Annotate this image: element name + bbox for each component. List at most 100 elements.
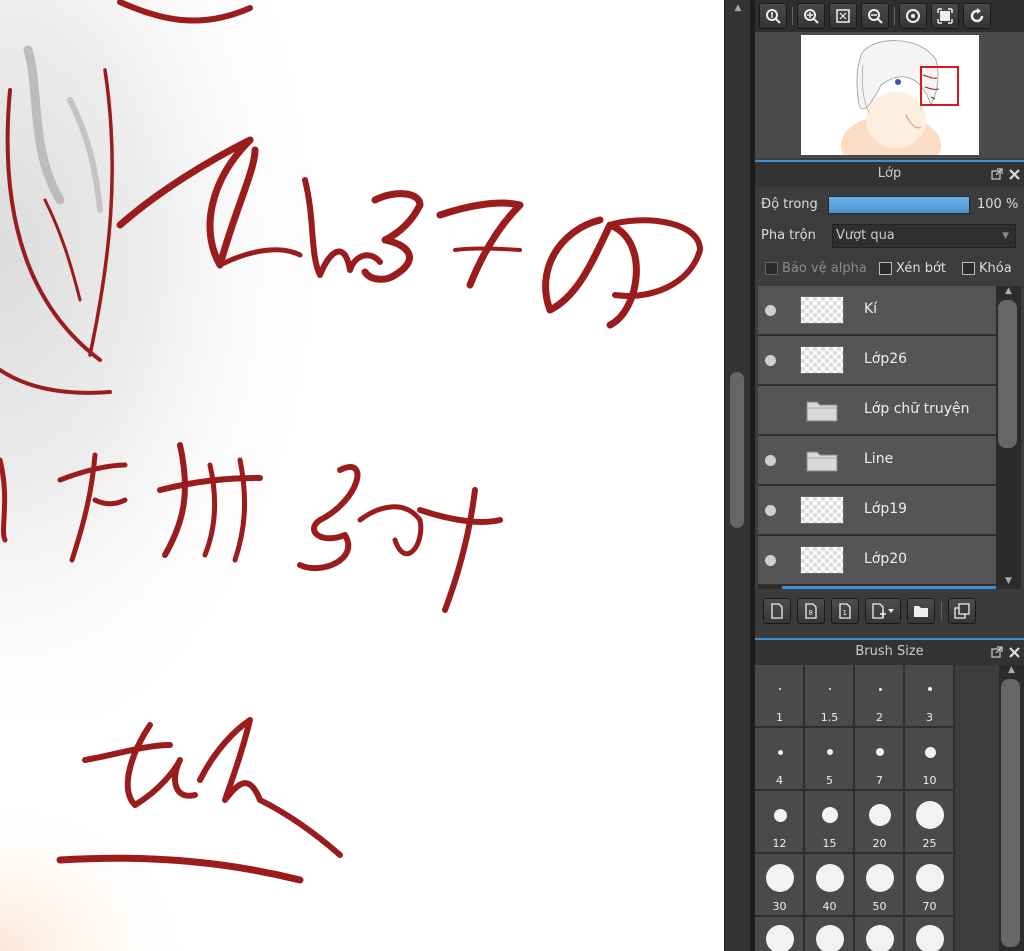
brush-size-label: 12: [772, 837, 787, 850]
brush-size-cell[interactable]: 4: [755, 728, 804, 790]
zoom-in-icon[interactable]: [797, 3, 825, 29]
brush-size-cell[interactable]: 12: [755, 791, 804, 853]
checkbox-box[interactable]: [962, 262, 975, 275]
brush-size-cell[interactable]: 7: [855, 728, 904, 790]
brush-size-cell[interactable]: [805, 917, 854, 951]
brush-size-cell[interactable]: 30: [755, 854, 804, 916]
brush-dot-icon: [876, 748, 884, 756]
protect-alpha-label: Bảo vệ alpha: [782, 261, 867, 276]
brush-size-cell[interactable]: 25: [905, 791, 954, 853]
popout-icon[interactable]: [991, 168, 1003, 180]
scrollbar-thumb[interactable]: [998, 300, 1017, 448]
brush-size-cell[interactable]: 1: [755, 665, 804, 727]
layer-row[interactable]: Lớp20: [758, 536, 996, 585]
navigator-toolbar: [755, 0, 1024, 32]
layer-list[interactable]: Kí Lớp26 Lớp chữ truyện Line Lớp19 Lớp20: [758, 286, 996, 589]
layer-row[interactable]: Lớp26: [758, 336, 996, 385]
visibility-icon[interactable]: [765, 505, 776, 516]
opacity-slider[interactable]: [828, 196, 970, 214]
layer-folder-row[interactable]: Lớp chữ truyện: [758, 386, 996, 435]
brush-dot-icon: [928, 687, 932, 691]
scroll-down-arrow-icon[interactable]: ▼: [996, 576, 1021, 586]
layer-thumbnail: [800, 546, 844, 574]
canvas-artwork: [0, 0, 724, 951]
brush-dot-icon: [829, 688, 831, 690]
zoom-actual-icon[interactable]: [759, 3, 787, 29]
brush-size-cell[interactable]: 50: [855, 854, 904, 916]
brush-size-cell[interactable]: [855, 917, 904, 951]
brush-size-label: 2: [876, 711, 883, 724]
layer-folder-row[interactable]: Line: [758, 436, 996, 485]
add-layer-dropdown-icon[interactable]: [865, 598, 901, 624]
visibility-icon[interactable]: [765, 455, 776, 466]
protect-alpha-checkbox[interactable]: Bảo vệ alpha: [765, 261, 867, 276]
scroll-up-arrow-icon[interactable]: ▲: [725, 0, 751, 16]
layer-name: Kí: [864, 301, 878, 317]
brush-dot-icon: [766, 925, 794, 951]
blend-mode-value: Vượt qua: [836, 228, 895, 243]
brush-dot-icon: [878, 687, 882, 691]
new-folder-icon[interactable]: [907, 598, 935, 624]
brush-size-panel-title: Brush Size: [855, 644, 924, 659]
visibility-icon[interactable]: [765, 355, 776, 366]
brush-size-cell[interactable]: [755, 917, 804, 951]
brush-size-label: 15: [822, 837, 837, 850]
brush-size-cell[interactable]: [905, 917, 954, 951]
layer-row[interactable]: Kí: [758, 286, 996, 335]
svg-text:8: 8: [809, 609, 813, 617]
new-8bit-layer-icon[interactable]: 8: [797, 598, 825, 624]
new-1bit-layer-icon[interactable]: 1: [831, 598, 859, 624]
scrollbar-thumb[interactable]: [730, 372, 744, 528]
rotate-left-icon[interactable]: [899, 3, 927, 29]
brush-size-cell[interactable]: 10: [905, 728, 954, 790]
selected-layer-highlight: [782, 586, 996, 589]
visibility-icon[interactable]: [765, 555, 776, 566]
blend-mode-select[interactable]: Vượt qua ▼: [832, 224, 1016, 248]
scroll-up-arrow-icon[interactable]: ▲: [999, 665, 1024, 675]
visibility-icon[interactable]: [765, 305, 776, 316]
brush-size-cell[interactable]: 40: [805, 854, 854, 916]
checkbox-box[interactable]: [765, 262, 778, 275]
scroll-up-arrow-icon[interactable]: ▲: [996, 286, 1021, 296]
navigator-thumbnail[interactable]: [801, 35, 979, 155]
opacity-label: Độ trong: [761, 197, 818, 212]
brush-size-label: 40: [822, 900, 837, 913]
brush-size-cell[interactable]: 70: [905, 854, 954, 916]
brush-size-label: 1.5: [820, 711, 839, 724]
brush-dot-icon: [924, 746, 936, 758]
fit-window-icon[interactable]: [829, 3, 857, 29]
brush-size-cell[interactable]: 15: [805, 791, 854, 853]
brush-size-label: 20: [872, 837, 887, 850]
brush-dot-icon: [866, 864, 894, 892]
folder-icon: [806, 401, 838, 422]
scrollbar-thumb[interactable]: [1001, 679, 1020, 947]
close-icon[interactable]: [1009, 168, 1020, 180]
brush-size-cell[interactable]: 5: [805, 728, 854, 790]
checkbox-box[interactable]: [879, 262, 892, 275]
brush-dot-icon: [816, 925, 844, 951]
brush-size-label: 7: [876, 774, 883, 787]
zoom-out-icon[interactable]: [861, 3, 889, 29]
new-layer-icon[interactable]: [763, 598, 791, 624]
brush-size-cell[interactable]: 3: [905, 665, 954, 727]
fullscreen-icon[interactable]: [931, 3, 959, 29]
popout-icon[interactable]: [991, 646, 1003, 658]
lock-checkbox[interactable]: Khóa: [962, 261, 1012, 276]
canvas-vertical-scrollbar[interactable]: ▲: [724, 0, 750, 951]
brush-size-cell[interactable]: 1.5: [805, 665, 854, 727]
brush-size-cell[interactable]: 20: [855, 791, 904, 853]
brush-grid-scrollbar[interactable]: ▲: [999, 665, 1024, 951]
duplicate-layer-icon[interactable]: [948, 598, 976, 624]
folder-icon: [806, 451, 838, 472]
navigator-preview[interactable]: [755, 32, 1024, 158]
brush-size-cell[interactable]: 2: [855, 665, 904, 727]
layer-name: Lớp26: [864, 351, 908, 367]
drawing-canvas[interactable]: [0, 0, 724, 951]
layer-panel-title: Lớp: [877, 166, 902, 181]
layer-row[interactable]: Lớp19: [758, 486, 996, 535]
close-icon[interactable]: [1009, 646, 1020, 658]
clipping-checkbox[interactable]: Xén bớt: [879, 261, 946, 276]
layer-list-scrollbar[interactable]: ▲ ▼: [996, 286, 1021, 589]
rotate-right-icon[interactable]: [963, 3, 991, 29]
layer-name: Lớp19: [864, 501, 908, 517]
